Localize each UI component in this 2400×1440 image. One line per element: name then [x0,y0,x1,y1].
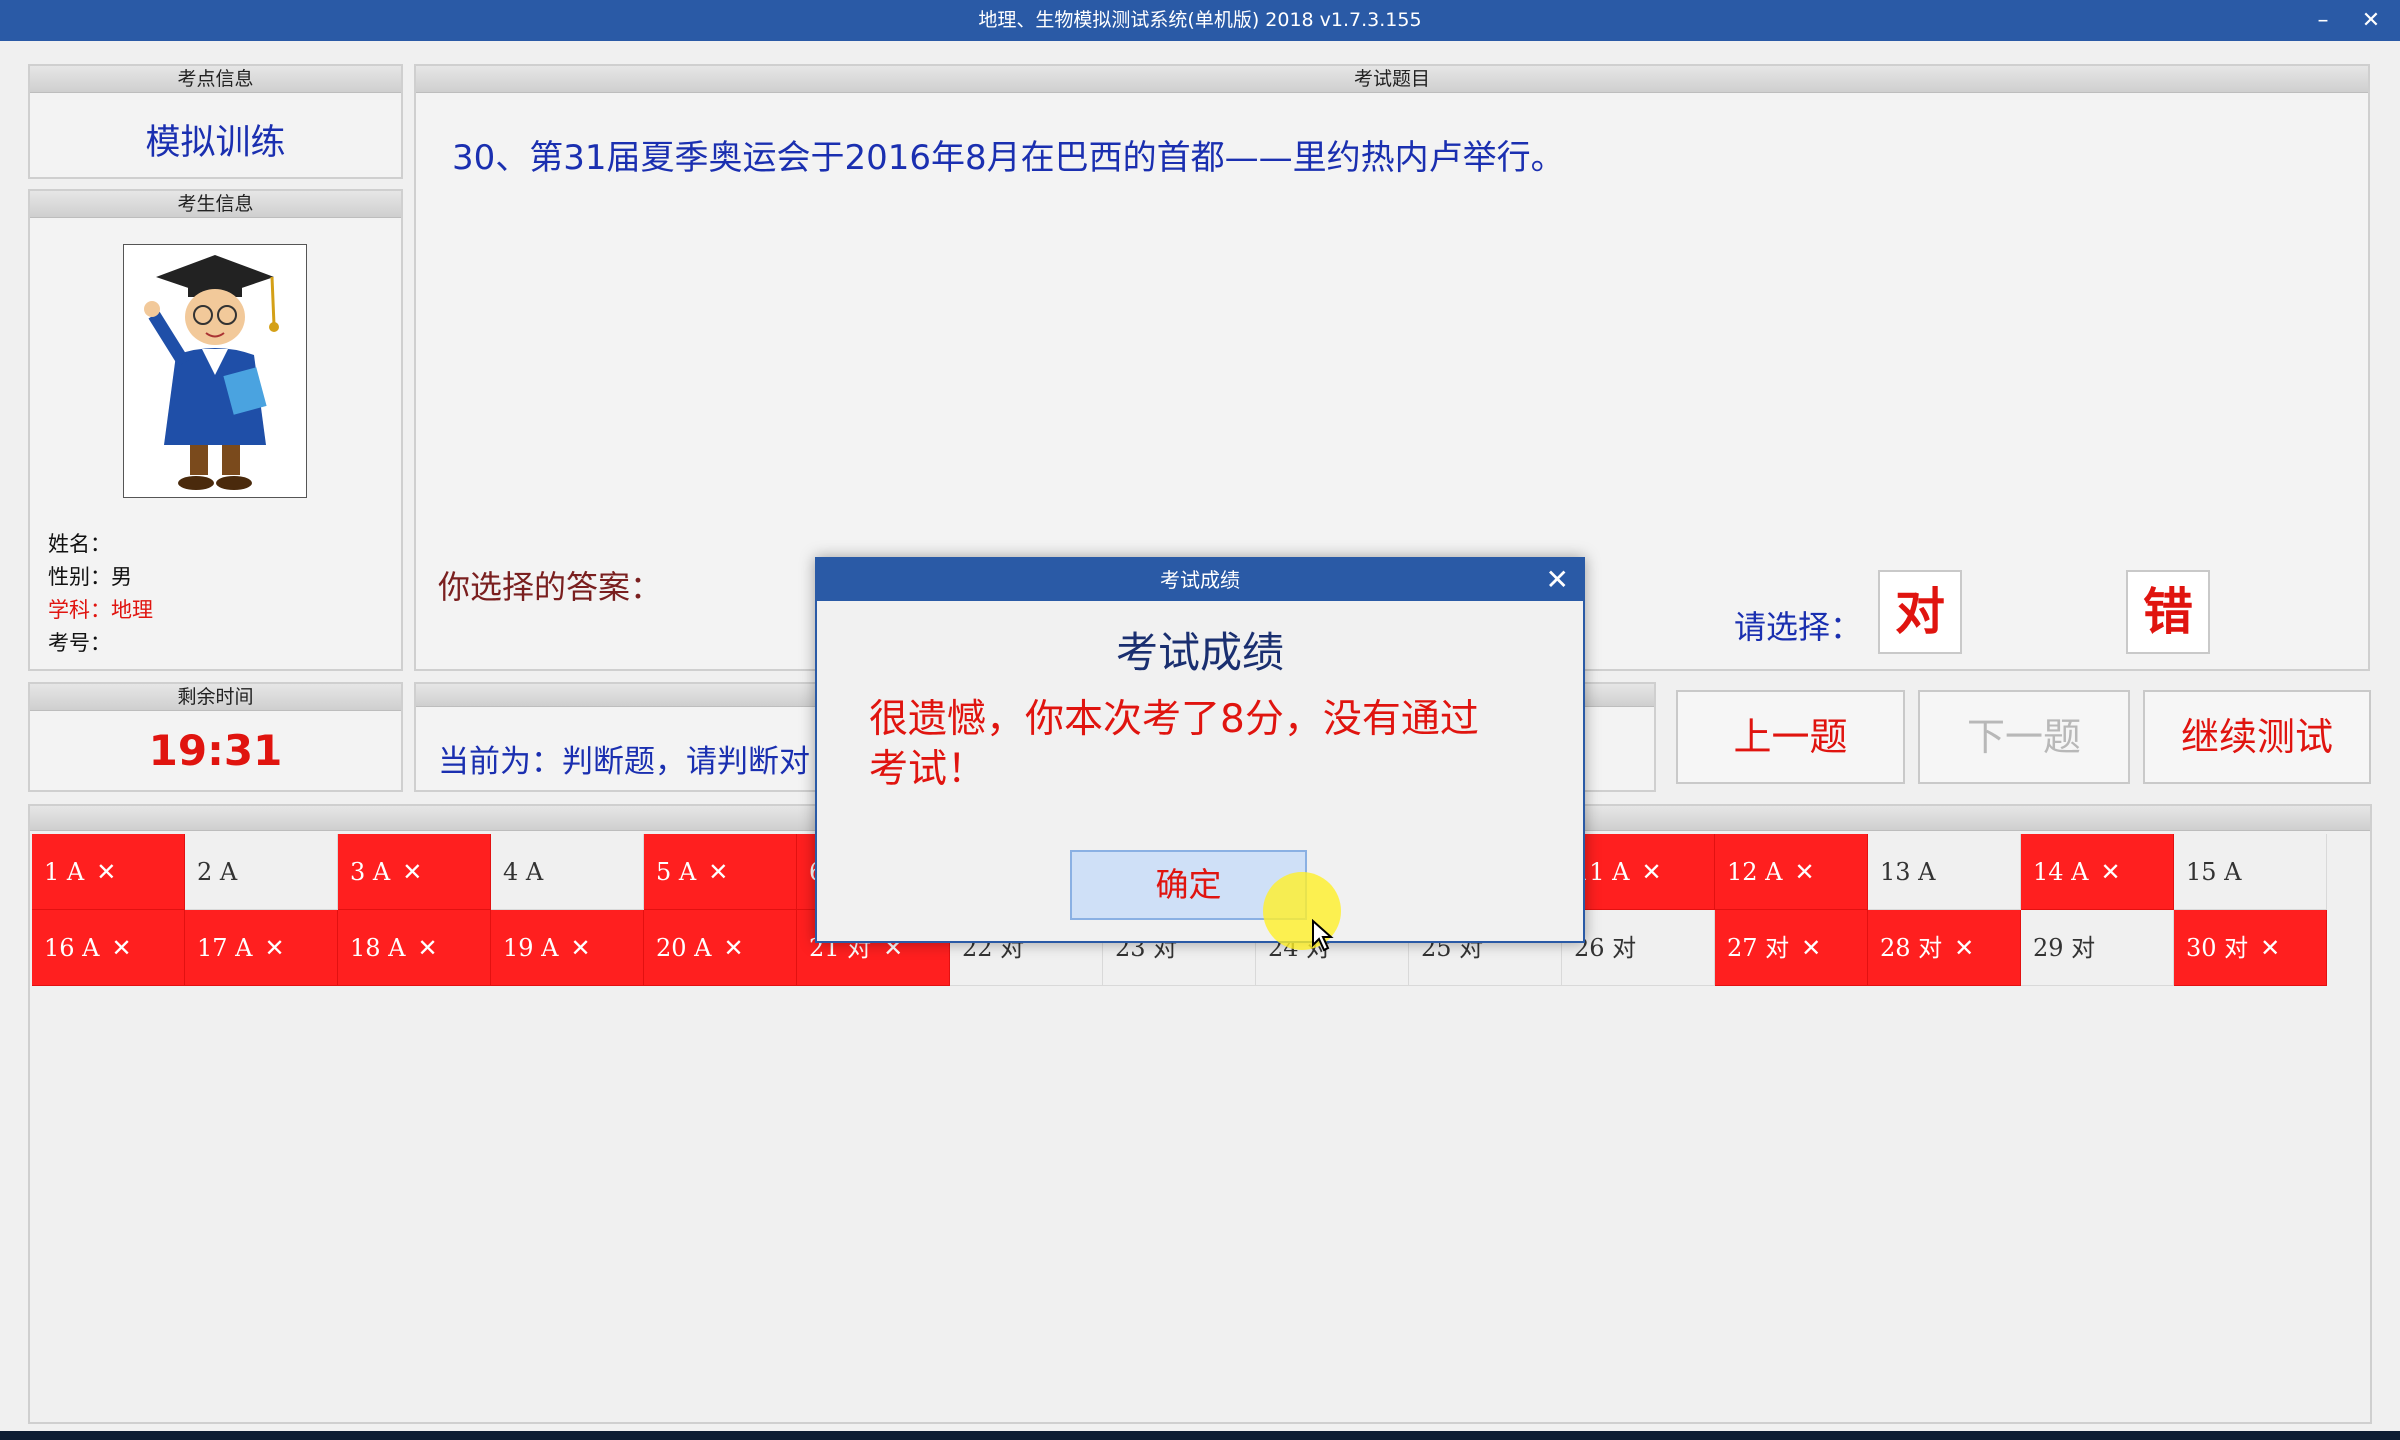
wrong-mark-icon: ✕ [402,858,423,886]
answer-cell-label: 18 A [350,934,406,962]
taskbar-strip [0,1431,2400,1440]
wrong-mark-icon: ✕ [723,934,744,962]
answer-cell-label: 20 A [656,934,712,962]
dialog-close-button[interactable]: ✕ [1546,559,1569,601]
wrong-mark-icon: ✕ [1794,858,1815,886]
continue-test-button[interactable]: 继续测试 [2143,690,2371,784]
option-true-button[interactable]: 对 [1878,570,1962,654]
window-title: 地理、生物模拟测试系统(单机版) 2018 v1.7.3.155 [978,9,1422,31]
wrong-mark-icon: ✕ [417,934,438,962]
answer-cell-label: 2 A [197,858,238,886]
answer-cell-label: 17 A [197,934,253,962]
subject-label: 学科：地理 [48,598,153,622]
wrong-mark-icon: ✕ [1954,934,1975,962]
next-question-button[interactable]: 下一题 [1918,690,2130,784]
answer-cell-label: 28 对 [1880,934,1943,962]
dialog-message: 很遗憾，你本次考了8分，没有通过考试！ [869,697,1479,792]
answer-cell-label: 15 A [2186,858,2242,886]
prev-question-button[interactable]: 上一题 [1676,690,1905,784]
choose-label: 请选择： [1734,608,1863,646]
candidate-header: 考生信息 [30,191,401,218]
answer-cell-label: 1 A [44,858,85,886]
answer-cell-label: 27 对 [1727,934,1790,962]
avatar [123,244,307,498]
answer-cell[interactable]: 28 对 ✕ [1868,910,2021,986]
wrong-mark-icon: ✕ [1801,934,1822,962]
window-titlebar: 地理、生物模拟测试系统(单机版) 2018 v1.7.3.155 – ✕ [0,0,2400,41]
answer-cell[interactable]: 30 对 ✕ [2174,910,2327,986]
result-dialog: 考试成绩 ✕ 考试成绩 很遗憾，你本次考了8分，没有通过考试！ 确定 [815,557,1585,943]
question-type-status: 当前为：判断题，请判断对 [438,744,810,780]
answer-cell[interactable]: 18 A ✕ [338,910,491,986]
wrong-mark-icon: ✕ [2260,934,2281,962]
option-false-button[interactable]: 错 [2126,570,2210,654]
answer-cell[interactable]: 5 A ✕ [644,834,797,910]
minimize-button[interactable]: – [2300,0,2346,41]
close-window-button[interactable]: ✕ [2348,0,2394,41]
exam-point-value: 模拟训练 [145,123,286,163]
answer-cell-label: 16 A [44,934,100,962]
answer-cell[interactable]: 1 A ✕ [32,834,185,910]
answer-cell[interactable]: 16 A ✕ [32,910,185,986]
wrong-mark-icon: ✕ [264,934,285,962]
answer-cell-label: 19 A [503,934,559,962]
answer-cell[interactable]: 29 对 [2021,910,2174,986]
graduate-avatar-icon [144,255,279,490]
timer-panel: 剩余时间 19:31 [28,682,403,792]
mouse-cursor-icon [1312,919,1334,952]
answer-cell-label: 13 A [1880,858,1936,886]
exam-point-header: 考点信息 [30,66,401,93]
answer-cell[interactable]: 12 A ✕ [1715,834,1868,910]
answer-cell-label: 29 对 [2033,934,2096,962]
answer-cell-label: 3 A [350,858,391,886]
answer-cell[interactable]: 19 A ✕ [491,910,644,986]
wrong-mark-icon: ✕ [708,858,729,886]
answer-cell-label: 4 A [503,858,544,886]
dialog-title: 考试成绩 [817,559,1583,601]
candidate-panel: 考生信息 姓名： 性别：男 学科：地理 考号： [28,189,403,671]
answer-cell[interactable]: 4 A [491,834,644,910]
wrong-mark-icon: ✕ [570,934,591,962]
wrong-mark-icon: ✕ [2100,858,2121,886]
answer-cell[interactable]: 15 A [2174,834,2327,910]
gender-label: 性别：男 [48,565,132,589]
wrong-mark-icon: ✕ [111,934,132,962]
timer-header: 剩余时间 [30,684,401,711]
candidate-id-label: 考号： [48,631,111,655]
exam-point-panel: 考点信息 模拟训练 [28,64,403,179]
question-text: 30、第31届夏季奥运会于2016年8月在巴西的首都——里约热内卢举行。 [452,138,1565,178]
answer-cell[interactable]: 3 A ✕ [338,834,491,910]
answer-cell[interactable]: 17 A ✕ [185,910,338,986]
wrong-mark-icon: ✕ [96,858,117,886]
answer-cell-label: 12 A [1727,858,1783,886]
question-header: 考试题目 [416,66,2368,93]
answer-cell[interactable]: 20 A ✕ [644,910,797,986]
name-label: 姓名： [48,532,111,556]
your-answer-label: 你选择的答案： [438,568,663,606]
remaining-time: 19:31 [148,726,283,775]
answer-cell[interactable]: 13 A [1868,834,2021,910]
answer-cell[interactable]: 14 A ✕ [2021,834,2174,910]
answer-cell-label: 5 A [656,858,697,886]
answer-cell-label: 30 对 [2186,934,2249,962]
answer-cell[interactable]: 27 对 ✕ [1715,910,1868,986]
answer-cell-label: 14 A [2033,858,2089,886]
answer-cell[interactable]: 2 A [185,834,338,910]
dialog-heading: 考试成绩 [1115,628,1284,677]
wrong-mark-icon: ✕ [1641,858,1662,886]
